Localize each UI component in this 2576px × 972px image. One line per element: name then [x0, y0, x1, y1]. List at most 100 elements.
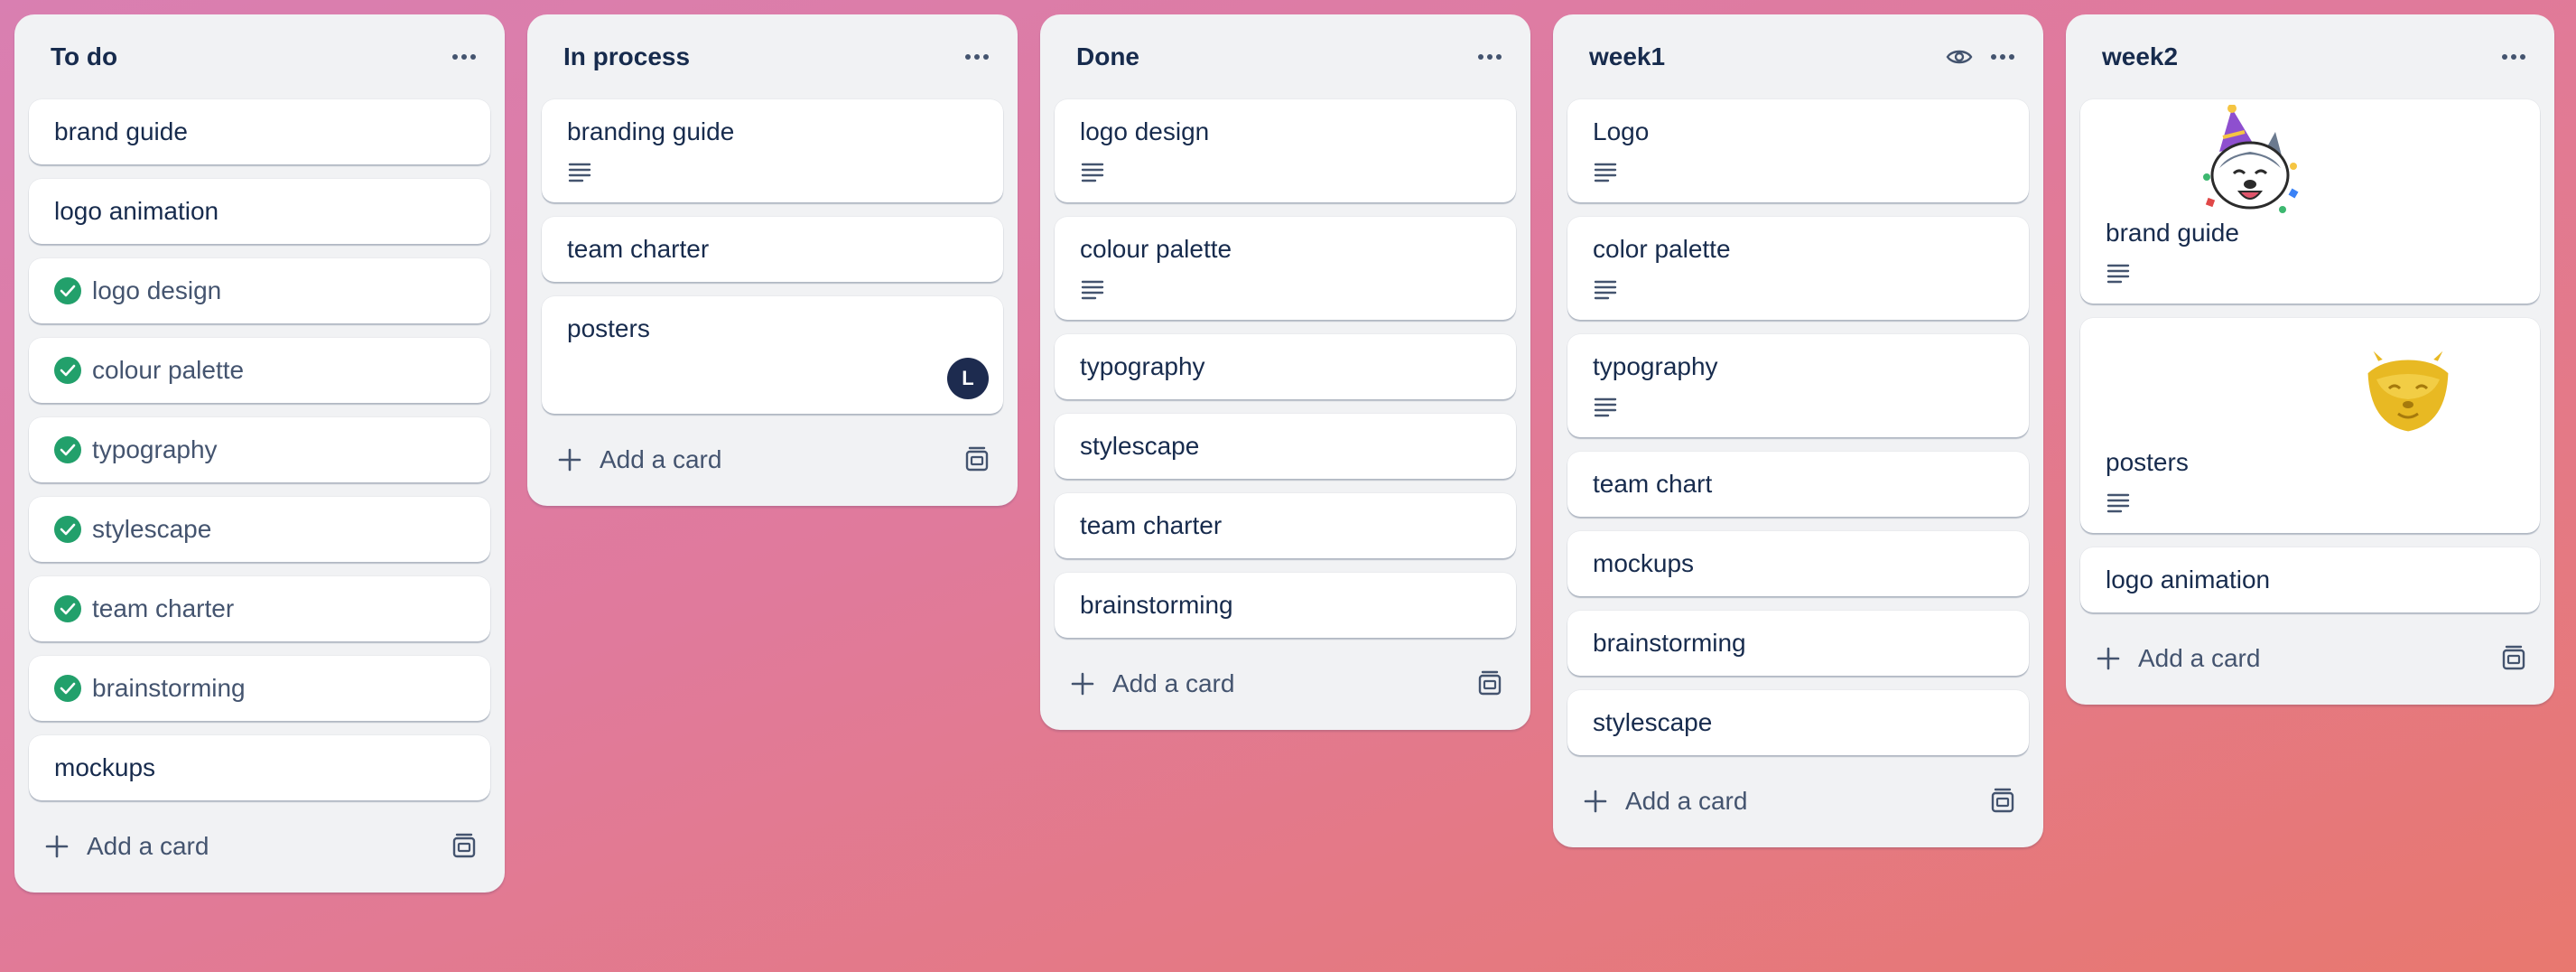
card[interactable]: posters — [2080, 318, 2540, 533]
list-week1[interactable]: week1 Logo color palette typography team… — [1553, 14, 2043, 847]
card-title: team charter — [1080, 511, 1223, 539]
list-header[interactable]: In process — [527, 14, 1018, 99]
add-card-button[interactable]: Add a card — [14, 815, 505, 878]
complete-check-icon[interactable] — [54, 436, 81, 463]
card-title: logo design — [92, 276, 222, 304]
list-header[interactable]: To do — [14, 14, 505, 99]
list-to-do[interactable]: To do brand guide logo animation logo de… — [14, 14, 505, 893]
list-week2[interactable]: week2 brand guide posters logo animation… — [2066, 14, 2554, 705]
card[interactable]: Logo — [1567, 99, 2029, 202]
add-card-button[interactable]: Add a card — [1553, 770, 2043, 833]
description-icon — [568, 163, 591, 182]
complete-check-icon[interactable] — [54, 357, 81, 384]
description-icon — [2106, 493, 2130, 513]
card-title: team charter — [567, 235, 710, 263]
card[interactable]: brainstorming — [1055, 573, 1516, 638]
more-actions-icon[interactable] — [2495, 38, 2533, 76]
add-card-label: Add a card — [1625, 787, 1748, 815]
more-actions-icon[interactable] — [1471, 38, 1509, 76]
description-icon — [1594, 280, 1617, 300]
complete-check-icon[interactable] — [54, 277, 81, 304]
card[interactable]: team charter — [1055, 493, 1516, 558]
description-icon — [2106, 264, 2130, 284]
list-title[interactable]: Done — [1076, 42, 1465, 71]
card[interactable]: brainstorming — [1567, 611, 2029, 676]
card-title: colour palette — [92, 356, 245, 384]
create-from-template-icon[interactable] — [2498, 643, 2529, 674]
add-card-button[interactable]: Add a card — [2066, 627, 2554, 690]
card-title: typography — [92, 435, 218, 463]
card-title: brainstorming — [1593, 629, 1746, 657]
card[interactable]: logo design — [1055, 99, 1516, 202]
card-title: team charter — [92, 594, 235, 622]
add-card-label: Add a card — [1112, 669, 1235, 697]
card[interactable]: team chart — [1567, 452, 2029, 517]
card-title: logo design — [1080, 117, 1210, 145]
add-card-label: Add a card — [600, 445, 722, 473]
description-icon — [1594, 397, 1617, 417]
card[interactable]: brand guide — [29, 99, 490, 164]
card[interactable]: typography — [1055, 334, 1516, 399]
more-actions-icon[interactable] — [958, 38, 996, 76]
card-title: stylescape — [1080, 432, 1200, 460]
card-title: logo animation — [2106, 565, 2271, 593]
member-avatar[interactable]: L — [947, 358, 989, 399]
list-title[interactable]: week2 — [2102, 42, 2489, 71]
card[interactable]: stylescape — [29, 497, 490, 562]
card-title: Logo — [1593, 117, 1650, 145]
list-title[interactable]: To do — [51, 42, 440, 71]
card[interactable]: stylescape — [1567, 690, 2029, 755]
description-icon — [1081, 163, 1104, 182]
card[interactable]: typography — [1567, 334, 2029, 437]
plus-icon — [558, 448, 581, 472]
card[interactable]: logo animation — [2080, 547, 2540, 612]
list-header[interactable]: Done — [1040, 14, 1530, 99]
list-header[interactable]: week2 — [2066, 14, 2554, 99]
more-actions-icon[interactable] — [445, 38, 483, 76]
board-canvas: To do brand guide logo animation logo de… — [14, 14, 2554, 893]
card[interactable]: posters L — [542, 296, 1003, 414]
watch-eye-icon — [1940, 38, 1978, 76]
add-card-button[interactable]: Add a card — [527, 428, 1018, 491]
card[interactable]: mockups — [29, 735, 490, 800]
more-actions-icon[interactable] — [1984, 38, 2022, 76]
create-from-template-icon[interactable] — [962, 444, 992, 475]
list-title[interactable]: week1 — [1589, 42, 1935, 71]
card-title: branding guide — [567, 117, 735, 145]
card-title: posters — [2106, 448, 2189, 476]
gold-fox-sticker — [2106, 325, 2515, 448]
card[interactable]: logo design — [29, 258, 490, 323]
card[interactable]: branding guide — [542, 99, 1003, 202]
card[interactable]: colour palette — [29, 338, 490, 403]
create-from-template-icon[interactable] — [1987, 786, 2018, 817]
card[interactable]: typography — [29, 417, 490, 482]
list-header[interactable]: week1 — [1553, 14, 2043, 99]
plus-icon — [2097, 647, 2120, 670]
card[interactable]: stylescape — [1055, 414, 1516, 479]
card[interactable]: logo animation — [29, 179, 490, 244]
card-title: stylescape — [1593, 708, 1713, 736]
add-card-label: Add a card — [87, 832, 209, 860]
card-title: brainstorming — [92, 674, 246, 702]
card[interactable]: team charter — [542, 217, 1003, 282]
card-title: typography — [1080, 352, 1205, 380]
plus-icon — [45, 835, 69, 858]
card[interactable]: color palette — [1567, 217, 2029, 320]
list-done[interactable]: Done logo design colour palette typograp… — [1040, 14, 1530, 730]
plus-icon — [1071, 672, 1094, 696]
complete-check-icon[interactable] — [54, 595, 81, 622]
list-in-process[interactable]: In process branding guide team charter p… — [527, 14, 1018, 506]
list-title[interactable]: In process — [563, 42, 953, 71]
party-husky-sticker — [2106, 105, 2515, 219]
create-from-template-icon[interactable] — [449, 831, 479, 862]
add-card-button[interactable]: Add a card — [1040, 652, 1530, 715]
card[interactable]: brainstorming — [29, 656, 490, 721]
card[interactable]: colour palette — [1055, 217, 1516, 320]
card-title: brand guide — [54, 117, 188, 145]
create-from-template-icon[interactable] — [1474, 668, 1505, 699]
card[interactable]: team charter — [29, 576, 490, 641]
complete-check-icon[interactable] — [54, 675, 81, 702]
card[interactable]: mockups — [1567, 531, 2029, 596]
complete-check-icon[interactable] — [54, 516, 81, 543]
card[interactable]: brand guide — [2080, 99, 2540, 304]
